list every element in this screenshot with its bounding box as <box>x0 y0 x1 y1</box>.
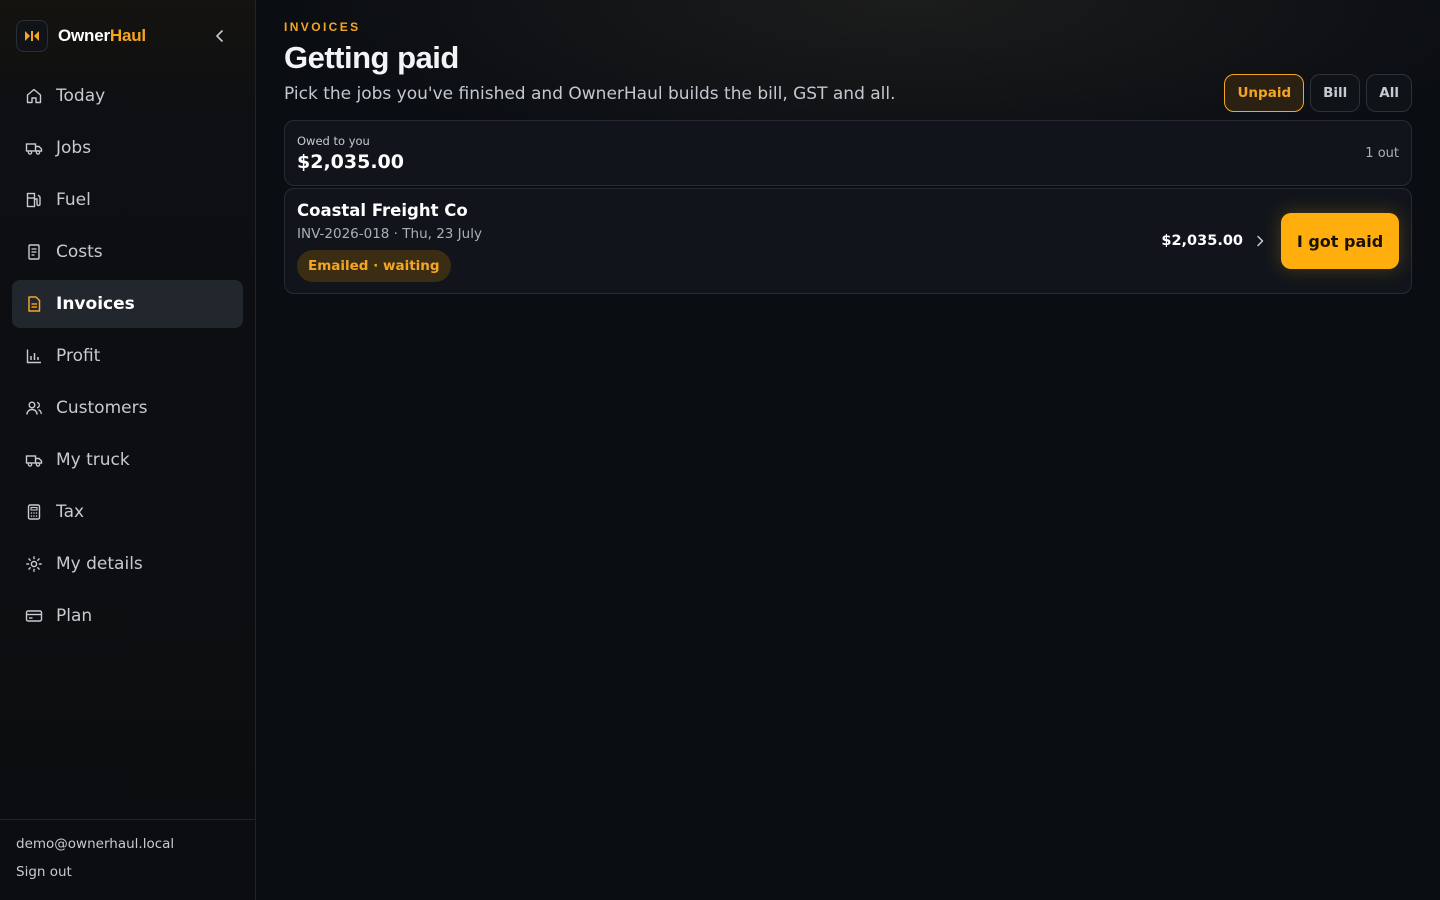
sidebar: OwnerHaul Today Jobs Fuel Costs Invoices… <box>0 0 256 900</box>
invoice-details: Coastal Freight Co INV-2026-018 · Thu, 2… <box>297 201 482 282</box>
sidebar-item-profit[interactable]: Profit <box>12 332 243 380</box>
chevron-right-icon[interactable] <box>1253 234 1267 248</box>
mark-paid-button[interactable]: I got paid <box>1281 213 1399 269</box>
user-email: demo@ownerhaul.local <box>16 836 175 852</box>
sidebar-item-fuel[interactable]: Fuel <box>12 176 243 224</box>
document-icon <box>24 294 44 314</box>
sidebar-item-label: My truck <box>56 450 130 470</box>
section-eyebrow: INVOICES <box>284 20 361 34</box>
brand-name-part2: Haul <box>109 26 146 45</box>
sidebar-item-label: Customers <box>56 398 148 418</box>
sidebar-item-my-details[interactable]: My details <box>12 540 243 588</box>
owed-label: Owed to you <box>297 133 370 148</box>
sidebar-item-plan[interactable]: Plan <box>12 592 243 640</box>
invoice-filter-group: Unpaid Bill All <box>1224 74 1412 112</box>
fuel-pump-icon <box>24 190 44 210</box>
owed-amount: $2,035.00 <box>297 150 404 173</box>
filter-all[interactable]: All <box>1366 74 1412 112</box>
outstanding-count: 1 out <box>1365 145 1399 161</box>
app-root: OwnerHaul Today Jobs Fuel Costs Invoices… <box>0 0 1440 900</box>
sidebar-nav: Today Jobs Fuel Costs Invoices Profit Cu… <box>0 72 255 640</box>
owed-summary-card: Owed to you $2,035.00 1 out <box>284 120 1412 186</box>
invoice-meta: INV-2026-018 · Thu, 23 July <box>297 225 482 242</box>
calculator-icon <box>24 502 44 522</box>
sidebar-item-label: Today <box>56 86 106 106</box>
truck-icon <box>24 450 44 470</box>
sidebar-item-jobs[interactable]: Jobs <box>12 124 243 172</box>
invoice-row[interactable]: Coastal Freight Co INV-2026-018 · Thu, 2… <box>284 188 1412 294</box>
gear-icon <box>24 554 44 574</box>
brand-logo-icon <box>16 20 48 52</box>
filter-bill[interactable]: Bill <box>1310 74 1361 112</box>
home-icon <box>24 86 44 106</box>
sidebar-item-label: Costs <box>56 242 103 262</box>
users-icon <box>24 398 44 418</box>
owed-summary-left: Owed to you $2,035.00 <box>297 134 404 173</box>
bar-chart-icon <box>24 346 44 366</box>
invoice-actions: $2,035.00 I got paid <box>1161 213 1399 269</box>
sidebar-item-label: Tax <box>56 502 85 522</box>
sidebar-footer: demo@ownerhaul.local Sign out <box>0 819 255 900</box>
credit-card-icon <box>24 606 44 626</box>
filter-unpaid[interactable]: Unpaid <box>1224 74 1305 112</box>
sidebar-item-today[interactable]: Today <box>12 72 243 120</box>
truck-icon <box>24 138 44 158</box>
main-content: INVOICES Getting paid Pick the jobs you'… <box>256 0 1440 900</box>
invoice-amount: $2,035.00 <box>1161 233 1243 249</box>
sidebar-item-label: Profit <box>56 346 101 366</box>
sidebar-item-label: My details <box>56 554 143 574</box>
chevron-left-icon[interactable] <box>210 26 230 46</box>
status-badge: Emailed · waiting <box>297 249 451 282</box>
sidebar-item-label: Plan <box>56 606 93 626</box>
sidebar-item-invoices[interactable]: Invoices <box>12 280 243 328</box>
sidebar-item-tax[interactable]: Tax <box>12 488 243 536</box>
sidebar-item-label: Fuel <box>56 190 91 210</box>
page-title: Getting paid <box>284 40 459 75</box>
sidebar-item-costs[interactable]: Costs <box>12 228 243 276</box>
sidebar-item-label: Invoices <box>56 294 135 314</box>
brand-name-part1: Owner <box>58 26 110 45</box>
sidebar-item-my-truck[interactable]: My truck <box>12 436 243 484</box>
sign-out-link[interactable]: Sign out <box>16 864 72 880</box>
brand-name: OwnerHaul <box>58 26 146 46</box>
sidebar-item-label: Jobs <box>56 138 92 158</box>
sidebar-item-customers[interactable]: Customers <box>12 384 243 432</box>
invoice-customer: Coastal Freight Co <box>297 200 468 220</box>
receipt-icon <box>24 242 44 262</box>
